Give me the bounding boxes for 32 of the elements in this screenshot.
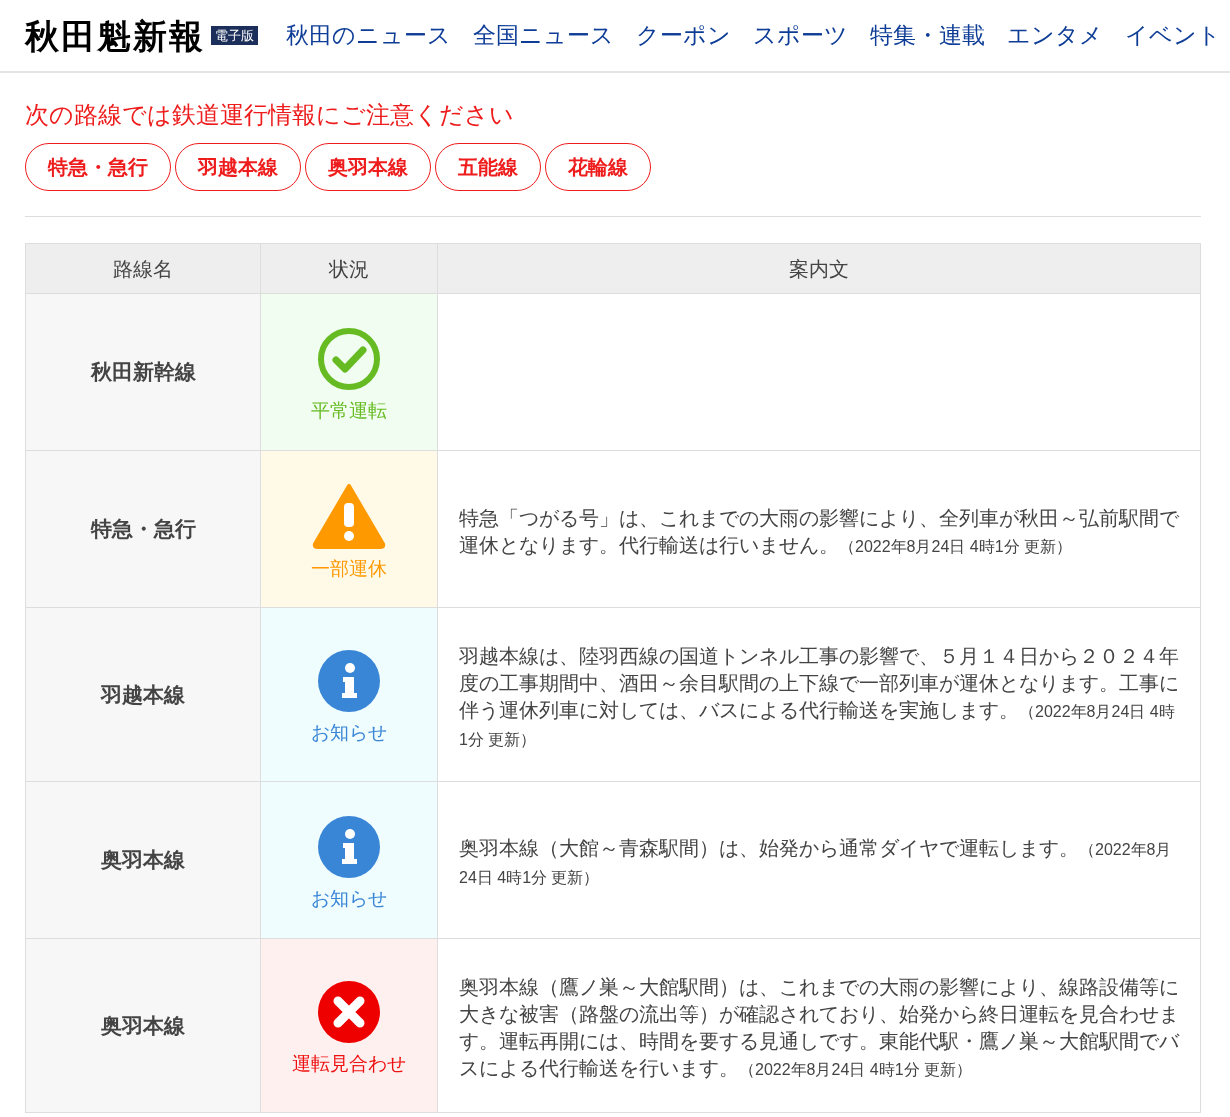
status-label: 平常運転 <box>311 398 387 423</box>
nav-link[interactable]: エンタメ <box>1007 18 1103 53</box>
line-name-cell: 秋田新幹線 <box>25 293 261 451</box>
site-logo[interactable]: 秋田魁新報 <box>25 18 205 53</box>
notice-text: 羽越本線は、陸羽西線の国道トンネル工事の影響で、５月１４日から２０２４年度の工事期間中、酒田～余目駅間の上下線で一部列車が運休となります。工事に伴う運休列車に対しては、バスによる代行輸送を実施します。（2022年8月24日 4時1分 更新） <box>459 643 1179 750</box>
edition-badge: 電子版 <box>211 26 258 45</box>
status-label: 運転見合わせ <box>292 1052 406 1077</box>
check-circle-icon <box>317 326 381 391</box>
close-circle-icon <box>317 980 381 1045</box>
notice-text: 奥羽本線（大館～青森駅間）は、始発から通常ダイヤで運転します。（2022年8月24日 4時1分 更新） <box>459 836 1173 888</box>
nav-link[interactable]: スポーツ <box>753 18 848 53</box>
column-header: 案内文 <box>437 243 1201 294</box>
nav-link[interactable]: 秋田のニュース <box>286 18 451 53</box>
status-label: お知らせ <box>311 721 387 746</box>
alert-heading: 次の路線では鉄道運行情報にご注意ください <box>25 103 515 127</box>
line-name-cell: 羽越本線 <box>25 607 261 782</box>
column-header: 路線名 <box>25 243 261 294</box>
warning-icon <box>312 482 386 549</box>
notice-text: 奥羽本線（鷹ノ巣～大館駅間）は、これまでの大雨の影響により、線路設備等に大きな被害（路盤の流出等）が確認されており、始発から終日運転を見合わせます。運転再開には、時間を要する見通しです。東能代駅・鷹ノ巣～大館駅間でバスによる代行輸送を行います。（2022年8月24日 4時1分 更新） <box>459 975 1179 1081</box>
line-name-cell: 奥羽本線 <box>25 781 261 939</box>
line-name-cell: 特急・急行 <box>25 450 261 608</box>
nav-link[interactable]: クーポン <box>636 18 731 53</box>
info-icon <box>317 649 381 714</box>
info-icon <box>317 814 381 879</box>
nav-link[interactable]: 特集・連載 <box>870 18 985 53</box>
nav-link[interactable]: イベント <box>1125 18 1221 53</box>
notice-text: 特急「つがる号」は、これまでの大雨の影響により、全列車が秋田～弘前駅間で運休となります。代行輸送は行いません。（2022年8月24日 4時1分 更新） <box>459 505 1179 558</box>
status-label: 一部運休 <box>311 556 387 581</box>
status-label: お知らせ <box>311 886 387 911</box>
column-header: 状況 <box>260 243 438 294</box>
line-name-cell: 奥羽本線 <box>25 938 261 1113</box>
nav-link[interactable]: 全国ニュース <box>473 18 614 53</box>
